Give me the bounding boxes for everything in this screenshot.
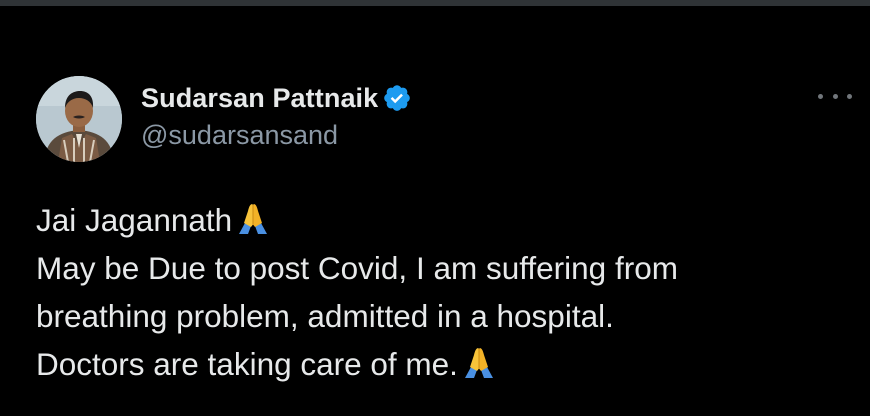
avatar-photo	[36, 76, 122, 162]
tweet-card: Sudarsan Pattnaik @sudarsansand Jai Jaga…	[0, 6, 870, 416]
author-display-name[interactable]: Sudarsan Pattnaik	[141, 83, 378, 114]
tweet-line-3: breathing problem, admitted in a hospita…	[36, 298, 614, 334]
more-options-icon[interactable]	[818, 88, 852, 104]
author-handle[interactable]: @sudarsansand	[141, 120, 338, 151]
more-dot	[832, 93, 838, 99]
verified-badge-icon[interactable]	[382, 83, 412, 113]
tweet-text: Jai Jagannath May be Due to post Covid, …	[36, 196, 856, 388]
folded-hands-emoji-icon	[462, 345, 496, 379]
tweet-line-text: Jai Jagannath	[36, 202, 233, 238]
tweet-line-1: Jai Jagannath	[36, 196, 856, 244]
more-dot	[847, 93, 852, 99]
avatar[interactable]	[36, 76, 122, 162]
more-dot	[818, 93, 823, 99]
tweet-line-2: May be Due to post Covid, I am suffering…	[36, 250, 678, 286]
tweet-line-4: Doctors are taking care of me.	[36, 340, 856, 388]
folded-hands-emoji-icon	[236, 201, 270, 235]
tweet-line-text: Doctors are taking care of me.	[36, 346, 458, 382]
author-name-row: Sudarsan Pattnaik	[141, 80, 412, 116]
